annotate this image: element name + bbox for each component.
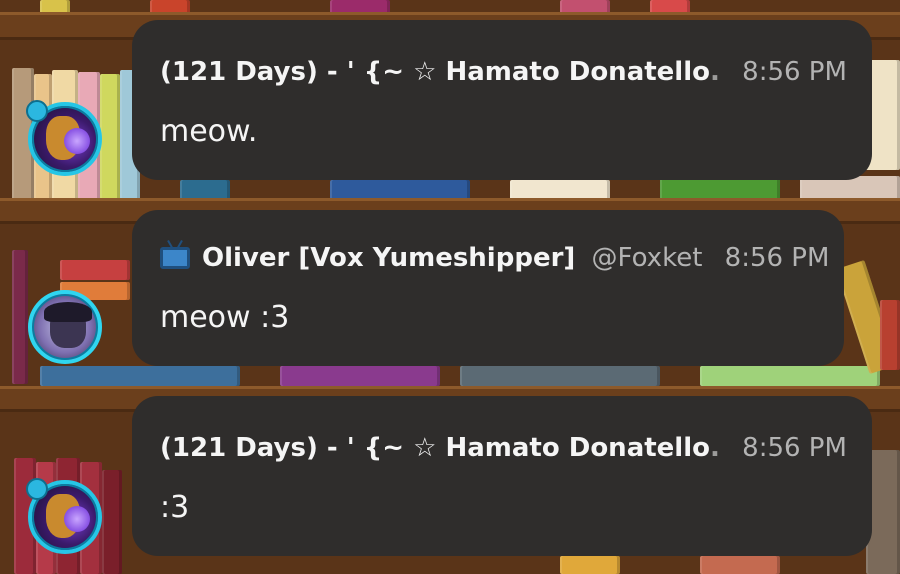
user-avatar[interactable] — [26, 100, 102, 176]
author-name[interactable]: (121 Days) - ' {~ ☆ Hamato Donatello — [160, 57, 710, 87]
author-name[interactable]: (121 Days) - ' {~ ☆ Hamato Donatello — [160, 433, 710, 463]
message-item: (121 Days) - ' {~ ☆ Hamato Donatello. 8:… — [0, 390, 900, 574]
message-item: Oliver [Vox Yumeshipper] @Foxket 8:56 PM… — [0, 200, 900, 390]
message-bubble[interactable]: (121 Days) - ' {~ ☆ Hamato Donatello. 8:… — [132, 20, 872, 180]
message-item: (121 Days) - ' {~ ☆ Hamato Donatello. 8:… — [0, 0, 900, 200]
message-timestamp: 8:56 PM — [724, 243, 830, 273]
user-avatar[interactable] — [28, 290, 102, 364]
tv-icon — [160, 247, 190, 269]
message-timestamp: 8:56 PM — [742, 57, 847, 87]
author-name[interactable]: Oliver [Vox Yumeshipper] — [202, 243, 575, 273]
message-text: meow. — [160, 114, 258, 149]
message-text: :3 — [160, 490, 190, 525]
author-name-tail: . — [710, 57, 720, 87]
message-bubble[interactable]: Oliver [Vox Yumeshipper] @Foxket 8:56 PM… — [132, 210, 844, 366]
author-handle[interactable]: @Foxket — [592, 243, 703, 273]
status-badge-icon — [26, 100, 48, 122]
message-header: Oliver [Vox Yumeshipper] @Foxket 8:56 PM — [160, 242, 829, 274]
message-timestamp: 8:56 PM — [742, 433, 847, 463]
author-name-tail: . — [710, 433, 720, 463]
message-header: (121 Days) - ' {~ ☆ Hamato Donatello. 8:… — [160, 56, 847, 88]
status-badge-icon — [26, 478, 48, 500]
user-avatar[interactable] — [26, 478, 102, 554]
message-bubble[interactable]: (121 Days) - ' {~ ☆ Hamato Donatello. 8:… — [132, 396, 872, 556]
message-header: (121 Days) - ' {~ ☆ Hamato Donatello. 8:… — [160, 432, 847, 464]
message-text: meow :3 — [160, 300, 290, 335]
